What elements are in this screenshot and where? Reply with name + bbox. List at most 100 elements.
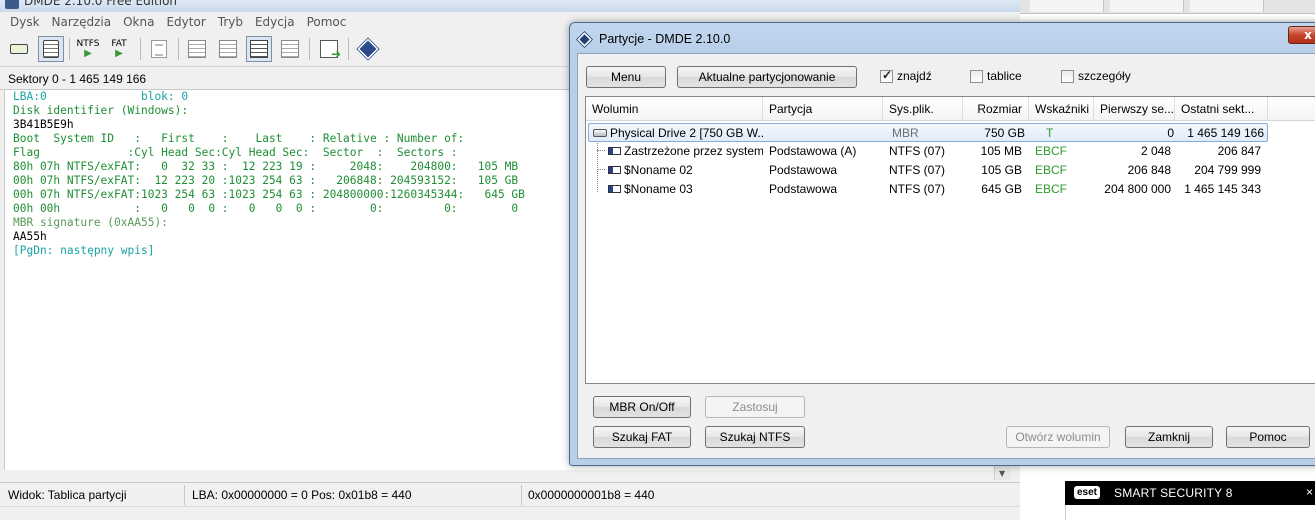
main-title: DMDE 2.10.0 Free Edition: [24, 0, 178, 8]
col-first-sector[interactable]: Pierwszy se...: [1094, 97, 1175, 121]
status-lba: LBA: 0x00000000 = 0 Pos: 0x01b8 = 440: [192, 488, 412, 502]
eset-product-name: SMART SECURITY 8: [1114, 486, 1233, 500]
cell-last-sector: 206 847: [1217, 144, 1261, 158]
cell-partition: Podstawowa: [769, 182, 838, 196]
tables-checkbox[interactable]: tablice: [970, 68, 1022, 84]
drive-icon-button[interactable]: [6, 36, 32, 62]
col-flags[interactable]: Wskaźniki: [1029, 97, 1094, 121]
cell-last-sector: 1 465 145 343: [1184, 182, 1261, 196]
cell-size: 105 MB: [980, 144, 1022, 158]
col-partition[interactable]: Partycja: [763, 97, 883, 121]
play-icon: ▶: [84, 48, 92, 59]
cell-volume: Zastrzeżone przez system: [608, 144, 763, 158]
cell-volume: $Noname 02: [608, 163, 763, 177]
eset-notification-body: [1065, 505, 1315, 520]
cell-flags: EBCF: [1035, 144, 1068, 158]
hex-line: 00h 07h NTFS/exFAT:1023 254 63 :1023 254…: [13, 188, 525, 201]
col-size[interactable]: Rozmiar: [963, 97, 1029, 121]
pgdn-link[interactable]: [PgDn: następny wpis]: [13, 244, 154, 257]
cell-last-sector: 1 465 149 166: [1187, 126, 1264, 140]
view-tree-button[interactable]: [184, 36, 210, 62]
hex-line: 00h 00h : 0 0 0 : 0 0 0 : 0: 0: 0: [13, 202, 519, 215]
mbr-onoff-button[interactable]: MBR On/Off: [593, 396, 691, 418]
cell-first-sector: 204 800 000: [1104, 182, 1171, 196]
dmde-logo-icon: [576, 30, 593, 48]
menu-dysk[interactable]: Dysk: [4, 15, 46, 29]
col-last-sector[interactable]: Ostatni sekt...: [1175, 97, 1268, 121]
hard-drive-icon: [593, 128, 607, 137]
cell-size: 645 GB: [981, 182, 1022, 196]
cell-flags: T: [1046, 126, 1054, 140]
eset-logo: eset: [1074, 486, 1101, 499]
cell-partition: Podstawowa (A): [769, 144, 857, 158]
hex-line: AA55h: [13, 230, 47, 243]
current-partitioning-button[interactable]: Aktualne partycjonowanie: [677, 66, 857, 88]
hex-line: Boot System ID : First : Last : Relative…: [13, 132, 465, 145]
menu-edycja[interactable]: Edycja: [249, 15, 301, 29]
cell-last-sector: 204 799 999: [1194, 163, 1261, 177]
drive-icon: [10, 44, 28, 54]
menu-pomoc[interactable]: Pomoc: [301, 15, 353, 29]
cell-size: 750 GB: [984, 126, 1025, 140]
cell-filesystem: NTFS (07): [889, 144, 946, 158]
cell-partition: Podstawowa: [769, 163, 838, 177]
status-bar: Widok: Tablica partycji LBA: 0x00000000 …: [0, 482, 1020, 506]
new-file-button[interactable]: [146, 36, 172, 62]
view-table-button[interactable]: [246, 36, 272, 62]
details-checkbox[interactable]: szczegóły: [1061, 68, 1131, 84]
partitions-dialog: Partycje - DMDE 2.10.0 x Menu Aktualne p…: [569, 22, 1315, 466]
open-volume-button[interactable]: Otwórz wolumin: [1006, 426, 1110, 448]
dialog-client-area: Menu Aktualne partycjonowanie znajdź tab…: [577, 53, 1315, 459]
checkbox-icon: [1061, 69, 1074, 83]
menu-edytor[interactable]: Edytor: [160, 15, 211, 29]
help-button[interactable]: Pomoc: [1226, 426, 1310, 448]
apply-arrow-icon: [320, 40, 341, 61]
background-tab[interactable]: [1190, 0, 1264, 12]
hex-line: LBA:0 blok: 0: [13, 90, 189, 103]
view-search-button[interactable]: [277, 36, 303, 62]
search-ntfs-button[interactable]: Szukaj NTFS: [705, 426, 805, 448]
menu-button[interactable]: Menu: [586, 66, 666, 88]
background-tab[interactable]: [1110, 0, 1184, 12]
partitions-button[interactable]: [38, 36, 64, 62]
partition-list[interactable]: Wolumin Partycja Sys.plik. Rozmiar Wskaź…: [585, 96, 1315, 384]
col-volume[interactable]: Wolumin: [586, 97, 763, 121]
cell-filesystem: MBR: [892, 126, 919, 140]
partitions-icon: [43, 40, 59, 58]
dmde-logo-icon: [356, 37, 380, 61]
horizontal-scrollbar[interactable]: [4, 470, 994, 482]
ntfs-button[interactable]: NTFS ▶: [75, 36, 101, 62]
find-checkbox[interactable]: znajdź: [880, 68, 932, 84]
apply-button[interactable]: [316, 36, 342, 62]
hex-line: MBR signature (0xAA55):: [13, 216, 168, 229]
apply-changes-button[interactable]: Zastosuj: [705, 396, 805, 418]
scroll-down-icon[interactable]: ▼: [999, 469, 1005, 478]
dialog-close-button[interactable]: x: [1288, 26, 1315, 44]
partition-icon: [608, 146, 621, 155]
tree-view-icon: [188, 40, 206, 58]
table-row[interactable]: $Noname 03 Podstawowa NTFS (07) 645 GB E…: [586, 180, 1315, 199]
menu-narzedzia[interactable]: Narzędzia: [46, 15, 118, 29]
view-list-button[interactable]: [215, 36, 241, 62]
details-checkbox-label: szczegóły: [1078, 69, 1131, 83]
search-fat-button[interactable]: Szukaj FAT: [593, 426, 691, 448]
checkbox-checked-icon: [880, 68, 893, 83]
fat-button[interactable]: FAT ▶: [106, 36, 132, 62]
cell-filesystem: NTFS (07): [889, 182, 946, 196]
sheet-icon: [151, 40, 167, 58]
table-row[interactable]: Zastrzeżone przez system Podstawowa (A) …: [586, 142, 1315, 161]
table-row[interactable]: $Noname 02 Podstawowa NTFS (07) 105 GB E…: [586, 161, 1315, 180]
list-header: Wolumin Partycja Sys.plik. Rozmiar Wskaź…: [586, 97, 1315, 121]
hex-line: 3B41B5E9h: [13, 118, 74, 131]
cell-first-sector: 2 048: [1140, 144, 1171, 158]
menu-tryb[interactable]: Tryb: [212, 15, 249, 29]
close-button[interactable]: Zamknij: [1125, 426, 1213, 448]
close-icon[interactable]: ×: [1306, 485, 1313, 499]
background-tab[interactable]: [1030, 0, 1104, 12]
col-filesystem[interactable]: Sys.plik.: [883, 97, 963, 121]
dmde-logo-button[interactable]: [355, 36, 381, 62]
table-view-icon: [250, 40, 268, 58]
bottom-strip: [0, 506, 1020, 520]
menu-okna[interactable]: Okna: [117, 15, 160, 29]
table-row[interactable]: Physical Drive 2 [750 GB W... MBR 750 GB…: [588, 123, 1268, 142]
